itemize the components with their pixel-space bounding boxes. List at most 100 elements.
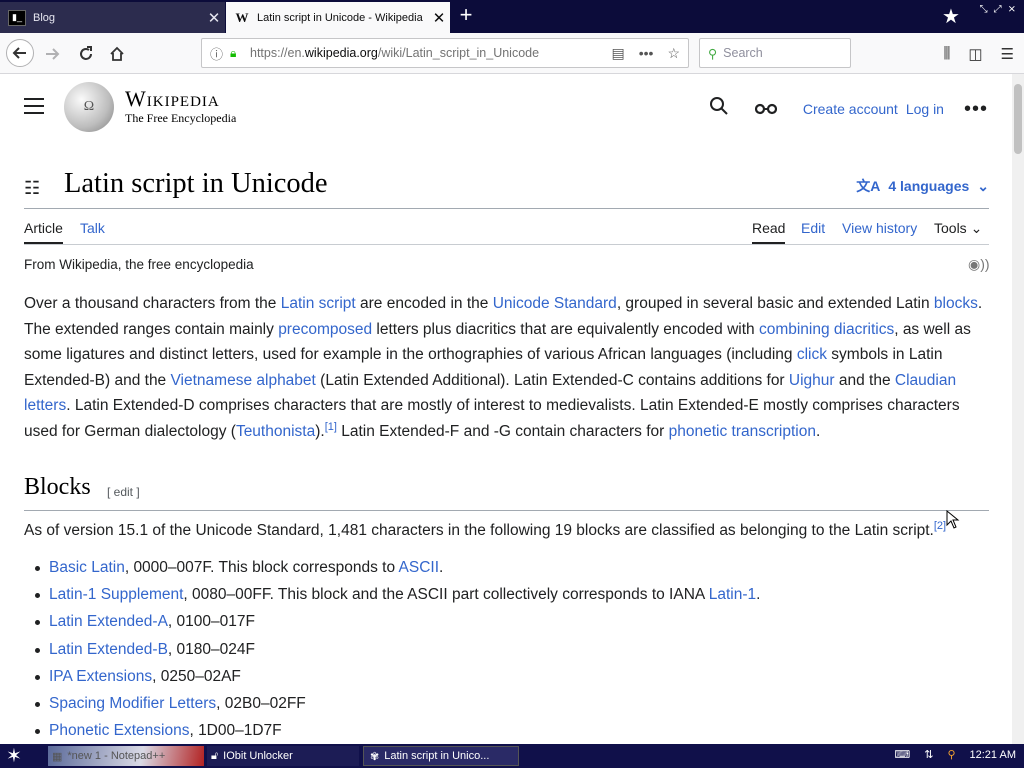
taskbar-item-browser[interactable]: ✾ Latin script in Unico... <box>363 746 519 766</box>
tools-menu[interactable]: Tools ⌄ <box>934 220 982 244</box>
tab-edit[interactable]: Edit <box>801 220 825 244</box>
browser-icon: ✾ <box>370 750 380 763</box>
search-bar[interactable]: ⚲ Search <box>699 38 851 68</box>
link-latin-script[interactable]: Latin script <box>281 295 356 312</box>
mouse-cursor-icon <box>946 510 960 529</box>
section-title: Blocks <box>24 474 91 500</box>
block-link[interactable]: Latin Extended-B <box>49 641 168 658</box>
create-account-link[interactable]: Create account <box>803 101 898 117</box>
text: ). <box>315 422 325 440</box>
clock[interactable]: 12:21 AM <box>970 749 1016 761</box>
block-link[interactable]: IPA Extensions <box>49 668 152 685</box>
back-button[interactable] <box>6 39 34 67</box>
keyboard-icon[interactable]: ⌨ <box>894 748 910 761</box>
text: . <box>756 586 761 604</box>
text: Over a thousand characters from the <box>24 295 281 312</box>
block-link[interactable]: Latin Extended-A <box>49 613 168 630</box>
tab-read[interactable]: Read <box>752 220 786 244</box>
close-tab-icon[interactable]: ✕ <box>203 9 225 27</box>
block-range: , 0080–00FF. This block and the ASCII pa… <box>183 586 709 604</box>
sidebar-icon[interactable]: ◫ <box>968 45 982 63</box>
edit-section-link[interactable]: [ edit ] <box>107 485 140 499</box>
notepad-icon: ▦ <box>52 750 63 763</box>
log-in-link[interactable]: Log in <box>906 101 944 117</box>
page-title: Latin script in Unicode <box>64 168 328 199</box>
wordmark-title: Wikipedia <box>125 86 220 111</box>
text: As of version 15.1 of the Unicode Standa… <box>24 522 934 539</box>
page-tabs: Article Talk Read Edit View history Tool… <box>24 210 989 245</box>
minimize-icon[interactable]: ⤡ <box>980 4 988 15</box>
start-star-icon[interactable]: ✶ <box>6 745 22 768</box>
new-tab-button[interactable]: + <box>455 4 477 28</box>
block-link[interactable]: Spacing Modifier Letters <box>49 695 216 712</box>
block-link[interactable]: Basic Latin <box>49 559 125 576</box>
os-taskbar: ✶ ▦ *new 1 - Notepad++ 🔓︎ IObit Unlocker… <box>0 744 1024 768</box>
search-engine-icon: ⚲ <box>708 46 718 61</box>
languages-button[interactable]: 文A 4 languages ⌄ <box>856 176 989 196</box>
list-item: Phonetic Extensions, 1D00–1D7F <box>24 717 989 744</box>
task-label: IObit Unlocker <box>223 750 293 762</box>
browser-tab-wikipedia[interactable]: W Latin script in Unicode - Wikipedia ✕ <box>226 2 450 33</box>
link-ascii[interactable]: ASCII <box>399 559 439 576</box>
reload-button[interactable] <box>72 40 100 68</box>
block-range: , 0250–02AF <box>152 667 241 685</box>
close-window-icon[interactable]: ⨯ <box>1008 4 1016 15</box>
info-icon[interactable]: ⓘ <box>210 44 230 63</box>
link-unicode-standard[interactable]: Unicode Standard <box>493 295 617 312</box>
wikipedia-globe-logo[interactable]: Ω <box>64 82 114 132</box>
task-label: Latin script in Unico... <box>384 750 490 762</box>
network-icon[interactable]: ⇅ <box>924 748 933 761</box>
text: are encoded in the <box>355 295 493 312</box>
maximize-icon[interactable]: ⤢ <box>994 4 1002 15</box>
tab-view-history[interactable]: View history <box>842 220 917 244</box>
text: . <box>439 559 444 576</box>
reader-view-icon[interactable]: ▤ <box>611 45 624 62</box>
home-button[interactable] <box>103 40 131 68</box>
link-click[interactable]: click <box>797 346 827 363</box>
reference-2[interactable]: [2] <box>934 520 946 532</box>
tab-article[interactable]: Article <box>24 220 63 244</box>
close-tab-icon[interactable]: ✕ <box>428 9 450 27</box>
link-precomposed[interactable]: precomposed <box>278 321 372 338</box>
wikipedia-wordmark[interactable]: Wikipedia The Free Encyclopedia <box>125 86 236 126</box>
block-link[interactable]: Phonetic Extensions <box>49 722 189 739</box>
browser-tab-strip: ▮_ Blog ✕ W Latin script in Unicode - Wi… <box>0 0 1024 33</box>
appearance-glasses-icon[interactable] <box>754 98 777 121</box>
taskbar-item-notepad[interactable]: ▦ *new 1 - Notepad++ <box>48 746 204 766</box>
scrollbar-thumb[interactable] <box>1014 84 1022 154</box>
search-icon[interactable] <box>709 96 729 122</box>
url-bar[interactable]: ⓘ 🔒︎ https://en.wikipedia.org/wiki/Latin… <box>201 38 689 68</box>
text: letters plus diacritics that are equival… <box>372 320 759 338</box>
list-item: IPA Extensions, 0250–02AF <box>24 663 989 690</box>
menu-icon[interactable]: ☰ <box>1001 45 1014 63</box>
link-teuthonista[interactable]: Teuthonista <box>236 423 315 440</box>
page-scrollbar[interactable] <box>1012 74 1024 744</box>
link-uighur[interactable]: Uighur <box>789 372 835 389</box>
search-placeholder: Search <box>723 46 763 60</box>
more-options-icon[interactable]: ••• <box>964 98 988 121</box>
reference-1[interactable]: [1] <box>325 421 337 433</box>
section-heading-blocks: Blocks [ edit ] <box>24 474 989 511</box>
bookmark-star-icon[interactable]: ☆ <box>667 45 680 62</box>
link-latin-1[interactable]: Latin-1 <box>709 586 756 603</box>
taskbar-item-iobit[interactable]: 🔓︎ IObit Unlocker <box>207 746 359 766</box>
url-prefix: https://en. <box>250 46 305 60</box>
tab-talk[interactable]: Talk <box>80 220 105 244</box>
link-vietnamese-alphabet[interactable]: Vietnamese alphabet <box>171 372 316 389</box>
link-blocks[interactable]: blocks <box>934 295 978 312</box>
link-phonetic-transcription[interactable]: phonetic transcription <box>669 423 816 440</box>
back-arrow-icon <box>12 47 26 59</box>
forward-button[interactable] <box>38 40 66 68</box>
main-menu-icon[interactable] <box>24 98 44 114</box>
search-tray-icon[interactable]: ⚲ <box>947 748 955 761</box>
title-bar: ☷ Latin script in Unicode 文A 4 languages… <box>24 168 989 209</box>
page-actions-icon[interactable]: ••• <box>639 45 654 62</box>
terminal-icon: ▮_ <box>8 9 26 26</box>
browser-tab-blog[interactable]: ▮_ Blog ✕ <box>0 2 225 33</box>
listen-audio-icon[interactable]: ◉)) <box>968 256 990 273</box>
system-tray: ⌨ ⇅ ⚲ 12:21 AM <box>894 748 1016 762</box>
table-of-contents-icon[interactable]: ☷ <box>24 178 40 199</box>
block-link[interactable]: Latin-1 Supplement <box>49 586 183 603</box>
link-combining-diacritics[interactable]: combining diacritics <box>759 321 894 338</box>
library-icon[interactable]: ⫼ <box>943 45 950 63</box>
